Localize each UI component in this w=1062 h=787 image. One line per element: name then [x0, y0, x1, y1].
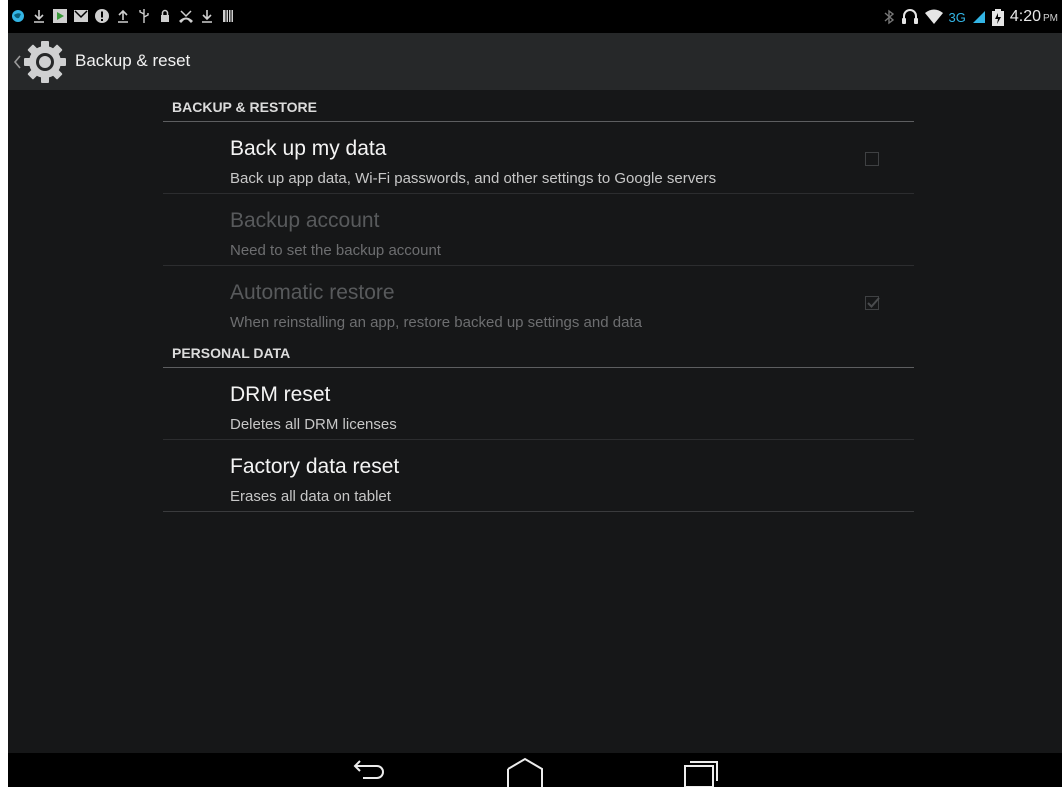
pref-title: DRM reset — [230, 383, 331, 406]
pref-summary: When reinstalling an app, restore backed… — [230, 314, 642, 331]
pref-summary: Erases all data on tablet — [230, 488, 391, 505]
navigation-bar — [8, 753, 1062, 787]
globe-icon — [12, 10, 24, 22]
section-header-personal-data: PERSONAL DATA — [163, 336, 914, 368]
headset-icon — [901, 9, 918, 24]
download-icon — [202, 10, 212, 23]
download-icon — [34, 10, 44, 23]
status-bar: 3G 4:20 PM — [8, 0, 1062, 33]
pref-factory-data-reset[interactable]: Factory data reset Erases all data on ta… — [163, 440, 914, 512]
pref-summary: Need to set the backup account — [230, 242, 441, 259]
section-header-backup-restore: BACKUP & RESTORE — [163, 90, 914, 122]
settings-gear-icon — [24, 41, 66, 83]
home-icon[interactable] — [505, 757, 545, 787]
page-title: Backup & reset — [75, 51, 191, 70]
network-type-label: 3G — [948, 9, 966, 25]
back-up-my-data-checkbox[interactable] — [865, 152, 879, 166]
action-bar: Backup & reset — [8, 33, 1062, 90]
sd-card-icon — [223, 10, 233, 22]
lock-icon — [161, 9, 169, 22]
back-icon[interactable] — [349, 757, 389, 783]
pref-title: Automatic restore — [230, 281, 395, 304]
pref-back-up-my-data[interactable]: Back up my data Back up app data, Wi-Fi … — [163, 122, 914, 194]
pref-title: Backup account — [230, 209, 380, 232]
wifi-icon — [924, 9, 943, 24]
pref-automatic-restore[interactable]: Automatic restore When reinstalling an a… — [163, 266, 914, 336]
pref-title: Back up my data — [230, 137, 387, 160]
pref-backup-account[interactable]: Backup account Need to set the backup ac… — [163, 194, 914, 266]
usb-icon — [139, 9, 149, 23]
bluetooth-icon — [884, 9, 894, 25]
checkmark-icon — [867, 297, 880, 308]
play-store-icon — [53, 9, 67, 23]
up-navigation-button[interactable]: Backup & reset — [8, 33, 208, 90]
alert-icon — [95, 9, 109, 23]
tablet-screen: 3G 4:20 PM Backup & reset BACKUP & RESTO… — [8, 0, 1062, 787]
pref-summary: Back up app data, Wi-Fi passwords, and o… — [230, 170, 717, 187]
missed-call-icon — [179, 10, 193, 23]
preferences-list: BACKUP & RESTORE Back up my data Back up… — [163, 90, 914, 512]
clock: 4:20 PM — [1010, 8, 1058, 26]
chevron-left-icon — [13, 55, 21, 69]
signal-icon — [972, 11, 985, 23]
upload-icon — [118, 9, 128, 23]
clock-time: 4:20 — [1009, 8, 1041, 25]
clock-ampm: PM — [1043, 13, 1058, 24]
battery-icon — [991, 8, 1004, 26]
recent-apps-icon[interactable] — [680, 757, 720, 787]
pref-title: Factory data reset — [230, 455, 400, 478]
pref-summary: Deletes all DRM licenses — [230, 416, 397, 433]
pref-drm-reset[interactable]: DRM reset Deletes all DRM licenses — [163, 368, 914, 440]
automatic-restore-checkbox[interactable] — [865, 296, 880, 310]
gmail-icon — [74, 10, 88, 22]
status-bar-right: 3G 4:20 PM — [883, 6, 1058, 28]
